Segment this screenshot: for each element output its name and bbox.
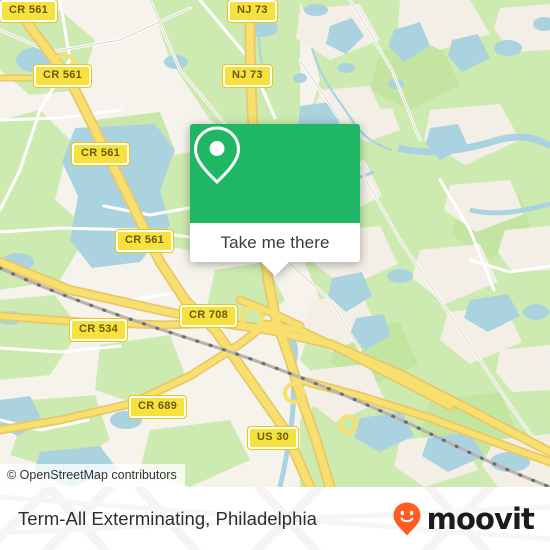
moovit-brand[interactable]: moovit: [392, 487, 535, 550]
road-shield: NJ 73: [227, 0, 278, 23]
place-title: Term-All Exterminating, Philadelphia: [18, 507, 317, 529]
map-pin-icon: [193, 126, 241, 185]
road-shield: CR 561: [32, 64, 93, 88]
popup-action-bar[interactable]: Take me there: [190, 223, 360, 262]
road-shield: CR 689: [127, 395, 188, 419]
take-me-there-label: Take me there: [220, 232, 330, 252]
moovit-wordmark: moovit: [426, 501, 535, 536]
map-canvas[interactable]: CR 561 NJ 73 CR 561 NJ 73 CR 561 CR 561 …: [0, 0, 550, 487]
road-shield: CR 561: [114, 229, 175, 253]
popup-pointer: [261, 262, 289, 276]
footer-bar: Term-All Exterminating, Philadelphia moo…: [0, 487, 550, 550]
road-shield: CR 561: [0, 0, 59, 23]
map-attribution[interactable]: © OpenStreetMap contributors: [0, 463, 185, 487]
road-shield: CR 708: [178, 304, 239, 328]
popup-header: [190, 124, 360, 223]
road-shield: US 30: [246, 426, 300, 450]
road-shield: NJ 73: [222, 64, 273, 88]
road-shield: CR 561: [70, 142, 131, 166]
road-shield: CR 534: [68, 318, 129, 342]
moovit-smiley-pin-icon: [393, 502, 421, 535]
moovit-map-page: CR 561 NJ 73 CR 561 NJ 73 CR 561 CR 561 …: [0, 0, 550, 550]
location-popup-card[interactable]: Take me there: [190, 124, 360, 276]
